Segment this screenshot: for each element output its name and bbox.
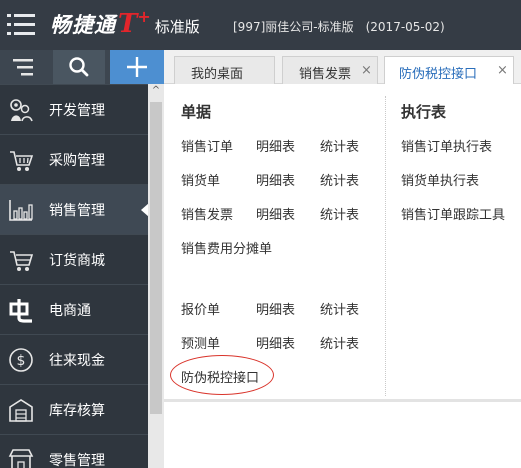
- sales-menu-panel: 单据 执行表 销售订单 明细表 统计表 销货单 明细表 统计表 销售发票 明细表…: [164, 84, 521, 402]
- sidebar-item-label: 订货商城: [49, 253, 105, 269]
- company-name: [997]丽佳公司-标准版: [233, 20, 354, 34]
- close-icon[interactable]: ×: [361, 63, 372, 78]
- add-button[interactable]: [110, 50, 164, 84]
- menu-forecast-stats[interactable]: 统计表: [320, 333, 359, 352]
- sidebar-item-inventory[interactable]: 库存核算: [0, 384, 148, 434]
- dollar-circle-icon: $: [9, 348, 33, 372]
- sidebar-toolbar: [0, 50, 164, 84]
- sidebar-item-label: 零售管理: [49, 453, 105, 468]
- menu-sales-expense-allocation[interactable]: 销售费用分摊单: [181, 238, 272, 257]
- menu-sales-invoice[interactable]: 销售发票: [181, 204, 233, 223]
- sidebar-item-label: 开发管理: [49, 103, 105, 119]
- shopping-cart-icon: [10, 151, 34, 171]
- highlight-annotation: [170, 355, 274, 395]
- search-icon: [69, 57, 89, 77]
- gears-person-icon: [10, 99, 33, 122]
- menu-quotation[interactable]: 报价单: [181, 299, 220, 318]
- login-date: (2017-05-02): [365, 20, 445, 34]
- cart-icon: [10, 251, 34, 271]
- tab-label: 销售发票: [299, 67, 352, 82]
- scroll-up-arrow[interactable]: ^: [148, 84, 164, 98]
- store-icon: [8, 449, 34, 468]
- sidebar: 开发管理 采购管理 销售管理 订货商城 电商通 $ 往来现金 库存核算 零售管理: [0, 50, 149, 468]
- menu-sales-order-detail[interactable]: 明细表: [256, 136, 295, 155]
- brand-t-logo: T: [118, 9, 138, 39]
- sidebar-item-label: 销售管理: [49, 203, 105, 219]
- warehouse-icon: [9, 399, 33, 422]
- sidebar-item-ecommerce[interactable]: 电商通: [0, 284, 148, 334]
- company-info: [997]丽佳公司-标准版 (2017-05-02): [233, 18, 445, 35]
- menu-sales-order[interactable]: 销售订单: [181, 136, 233, 155]
- scroll-thumb[interactable]: [150, 102, 162, 414]
- tab-label: 我的桌面: [191, 67, 244, 82]
- execution-heading: 执行表: [401, 103, 447, 121]
- sidebar-item-order-mall[interactable]: 订货商城: [0, 234, 148, 284]
- menu-delivery-note-detail[interactable]: 明细表: [256, 170, 295, 189]
- menu-forecast[interactable]: 预测单: [181, 333, 220, 352]
- menu-sales-invoice-stats[interactable]: 统计表: [320, 204, 359, 223]
- sidebar-item-label: 往来现金: [49, 353, 105, 369]
- main-menu-icon[interactable]: [7, 14, 35, 36]
- sidebar-item-sales[interactable]: 销售管理: [0, 184, 149, 234]
- list-menu-button[interactable]: [0, 50, 52, 84]
- menu-sales-order-stats[interactable]: 统计表: [320, 136, 359, 155]
- edition-label: 标准版: [154, 18, 200, 36]
- sidebar-item-label: 电商通: [49, 303, 91, 319]
- menu-delivery-note[interactable]: 销货单: [181, 170, 220, 189]
- menu-sales-order-tracking[interactable]: 销售订单跟踪工具: [401, 204, 505, 223]
- tab-label: 防伪税控接口: [399, 67, 478, 82]
- sidebar-scrollbar[interactable]: ^: [148, 84, 164, 468]
- close-icon[interactable]: ×: [497, 63, 508, 78]
- column-divider: [385, 96, 386, 396]
- sidebar-item-cash[interactable]: $ 往来现金: [0, 334, 148, 384]
- sidebar-item-retail[interactable]: 零售管理: [0, 434, 148, 468]
- menu-forecast-detail[interactable]: 明细表: [256, 333, 295, 352]
- bar-chart-icon: [9, 200, 33, 221]
- top-bar: 畅捷通 T + 标准版 [997]丽佳公司-标准版 (2017-05-02): [0, 0, 521, 50]
- menu-delivery-execution[interactable]: 销货单执行表: [401, 170, 479, 189]
- dian-logo-icon: [9, 299, 32, 323]
- menu-quotation-stats[interactable]: 统计表: [320, 299, 359, 318]
- documents-heading: 单据: [181, 103, 212, 121]
- tab-tax-control-interface[interactable]: 防伪税控接口 ×: [384, 56, 514, 85]
- menu-sales-order-execution[interactable]: 销售订单执行表: [401, 136, 492, 155]
- list-menu-icon: [13, 59, 33, 76]
- brand-logo: 畅捷通 T + 标准版: [50, 7, 200, 43]
- search-button[interactable]: [53, 50, 105, 84]
- sidebar-item-label: 库存核算: [49, 403, 105, 419]
- menu-sales-invoice-detail[interactable]: 明细表: [256, 204, 295, 223]
- menu-quotation-detail[interactable]: 明细表: [256, 299, 295, 318]
- plus-icon: [127, 57, 147, 77]
- sidebar-item-label: 采购管理: [49, 153, 105, 169]
- sidebar-item-development[interactable]: 开发管理: [0, 84, 148, 134]
- sidebar-item-purchasing[interactable]: 采购管理: [0, 134, 148, 184]
- tab-sales-invoice[interactable]: 销售发票 ×: [282, 56, 378, 84]
- menu-delivery-note-stats[interactable]: 统计表: [320, 170, 359, 189]
- tab-bar: 我的桌面 销售发票 × 防伪税控接口 ×: [164, 50, 521, 85]
- tab-my-desktop[interactable]: 我的桌面: [174, 56, 275, 84]
- brand-name: 畅捷通: [50, 13, 116, 37]
- svg-text:$: $: [17, 353, 26, 369]
- brand-plus: +: [137, 7, 151, 26]
